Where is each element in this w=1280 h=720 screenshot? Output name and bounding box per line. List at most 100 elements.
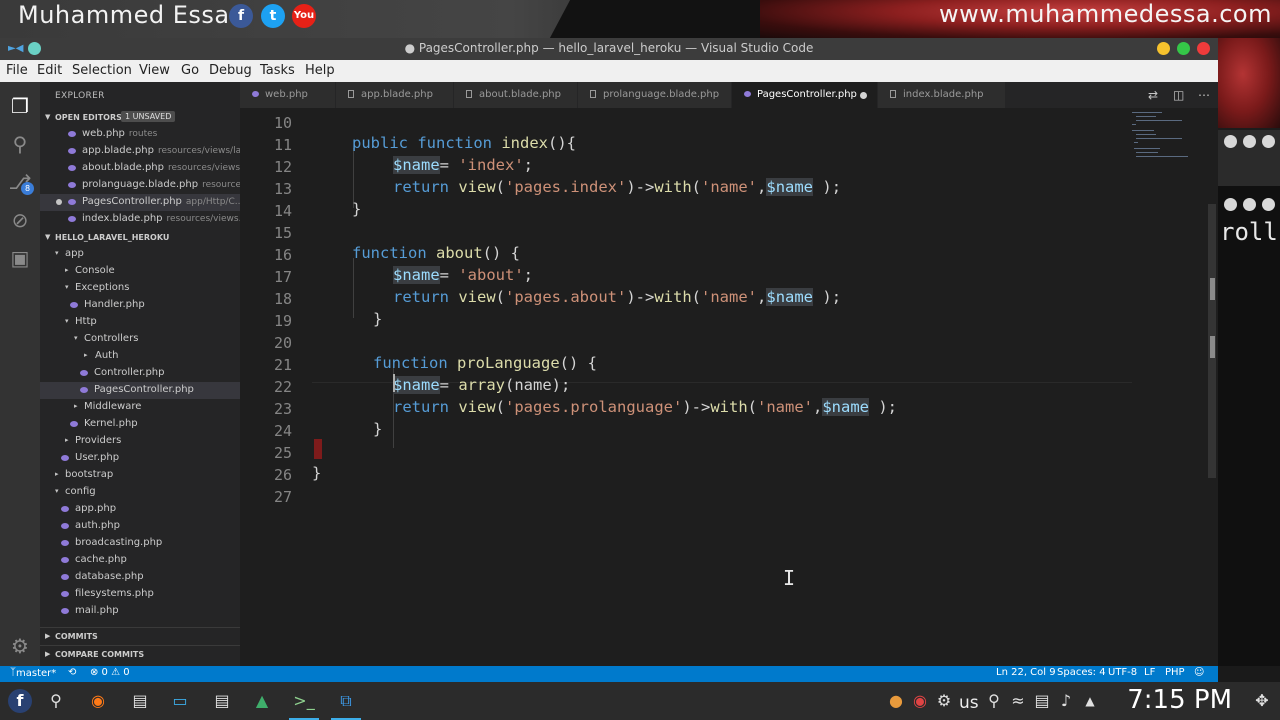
- language-mode[interactable]: PHP: [1165, 667, 1185, 678]
- tree-file-controller[interactable]: Controller.php: [40, 365, 240, 382]
- code-line: }: [373, 420, 383, 438]
- tree-file-cache[interactable]: cache.php: [40, 552, 240, 569]
- open-editor-item-active[interactable]: PagesController.php app/Http/C...: [40, 194, 240, 211]
- chevron-up-icon[interactable]: ▲: [1078, 689, 1102, 713]
- open-editors-header[interactable]: ▼ OPEN EDITORS 1 UNSAVED: [40, 109, 240, 127]
- tree-file-kernel[interactable]: Kernel.php: [40, 416, 240, 433]
- split-compare-icon[interactable]: ⇄: [1148, 88, 1158, 102]
- tree-folder-auth[interactable]: ▸ Auth: [40, 348, 240, 365]
- clipboard-icon[interactable]: ▤: [1030, 689, 1054, 713]
- line-number: 21: [273, 356, 292, 374]
- firefox-icon[interactable]: ◉: [86, 689, 110, 713]
- tab-web-php[interactable]: web.php: [240, 82, 336, 108]
- commits-header[interactable]: ▶ COMMITS: [40, 627, 240, 645]
- line-ending[interactable]: LF: [1144, 667, 1155, 678]
- search-icon[interactable]: ⚲: [44, 689, 68, 713]
- tree-file-mail[interactable]: mail.php: [40, 603, 240, 620]
- tree-folder-app[interactable]: ▾ app: [40, 246, 240, 263]
- vscode-taskbar-icon[interactable]: ⧉: [334, 689, 358, 713]
- tab-pagescontroller[interactable]: PagesController.php: [732, 82, 878, 108]
- code-editor[interactable]: 10 11 12 13 14 15 16 17 18 19 20 21 22 2…: [240, 108, 1218, 666]
- php-file-icon: [68, 199, 76, 205]
- open-editor-item[interactable]: app.blade.phpresources/views/la...: [40, 143, 240, 160]
- php-file-icon: [68, 131, 76, 137]
- maximize-button[interactable]: [1177, 42, 1190, 55]
- status-bar: ᛉ master* ⟲ ⊗ 0 ⚠ 0 Ln 22, Col 9 Spaces:…: [0, 666, 1218, 682]
- tab-app-blade[interactable]: app.blade.php: [336, 82, 454, 108]
- tree-file-broadcasting[interactable]: broadcasting.php: [40, 535, 240, 552]
- tree-folder-http[interactable]: ▾ Http: [40, 314, 240, 331]
- tray-app-icon[interactable]: ●: [884, 689, 908, 713]
- debug-icon[interactable]: ⊘: [8, 208, 32, 232]
- close-button[interactable]: [1197, 42, 1210, 55]
- menu-bar: File Edit Selection View Go Debug Tasks …: [0, 60, 1218, 82]
- wifi-icon[interactable]: ≈: [1006, 689, 1030, 713]
- menu-file[interactable]: File: [6, 63, 28, 78]
- tree-file-handler[interactable]: Handler.php: [40, 297, 240, 314]
- menu-help[interactable]: Help: [305, 63, 335, 78]
- menu-go[interactable]: Go: [181, 63, 199, 78]
- open-editor-item[interactable]: web.php routes: [40, 126, 240, 143]
- menu-view[interactable]: View: [139, 63, 170, 78]
- compare-commits-header[interactable]: ▶ COMPARE COMMITS: [40, 645, 240, 663]
- split-editor-icon[interactable]: ◫: [1173, 88, 1184, 102]
- cursor-position[interactable]: Ln 22, Col 9: [996, 667, 1056, 678]
- keyboard-layout[interactable]: us: [959, 693, 979, 713]
- tree-folder-middleware[interactable]: ▸ Middleware: [40, 399, 240, 416]
- tree-file-app-php[interactable]: app.php: [40, 501, 240, 518]
- title-bar[interactable]: ►◀ ● PagesController.php — hello_laravel…: [0, 38, 1218, 60]
- tree-file-pagescontroller[interactable]: PagesController.php: [40, 382, 240, 399]
- menu-tasks[interactable]: Tasks: [260, 63, 295, 78]
- tab-about-blade[interactable]: about.blade.php: [454, 82, 578, 108]
- encoding[interactable]: UTF-8: [1108, 667, 1137, 678]
- image-viewer-icon[interactable]: ▲: [250, 689, 274, 713]
- tree-folder-console[interactable]: ▸ Console: [40, 263, 240, 280]
- menu-edit[interactable]: Edit: [37, 63, 62, 78]
- network-icon[interactable]: ⚲: [982, 689, 1006, 713]
- terminal-icon[interactable]: >_: [292, 689, 316, 713]
- open-editor-item[interactable]: prolanguage.blade.phpresource...: [40, 177, 240, 194]
- text-editor-icon[interactable]: ▤: [210, 689, 234, 713]
- mouse-ibeam-cursor: I: [783, 566, 796, 590]
- branch-indicator[interactable]: ᛉ master*: [10, 667, 56, 679]
- update-icon[interactable]: ⚙: [932, 689, 956, 713]
- tree-folder-exceptions[interactable]: ▾ Exceptions: [40, 280, 240, 297]
- tab-index-blade[interactable]: index.blade.php: [878, 82, 1006, 108]
- volume-icon[interactable]: ♪: [1054, 689, 1078, 713]
- clock[interactable]: 7:15 PM: [1127, 685, 1232, 715]
- open-editor-item[interactable]: about.blade.phpresources/views...: [40, 160, 240, 177]
- explorer-icon[interactable]: ❐: [8, 94, 32, 118]
- banner-diagonal: [549, 0, 791, 38]
- tree-file-auth-php[interactable]: auth.php: [40, 518, 240, 535]
- record-icon[interactable]: ◉: [908, 689, 932, 713]
- open-editor-item[interactable]: index.blade.php resources/views...: [40, 211, 240, 228]
- minimap[interactable]: [1130, 108, 1210, 168]
- screen: Muhammed Essa f t You www.muhammedessa.c…: [0, 0, 1280, 720]
- minimize-button[interactable]: [1157, 42, 1170, 55]
- desktop-toolbox-icon[interactable]: ✥: [1250, 689, 1274, 713]
- fedora-menu-icon[interactable]: f: [8, 689, 32, 713]
- more-actions-icon[interactable]: ⋯: [1198, 88, 1210, 102]
- gear-icon[interactable]: ⚙: [8, 634, 32, 658]
- feedback-icon[interactable]: ☺: [1194, 667, 1204, 678]
- problems-indicator[interactable]: ⊗ 0 ⚠ 0: [90, 667, 130, 678]
- screenshot-app-icon[interactable]: ▤: [128, 689, 152, 713]
- sync-icon[interactable]: ⟲: [68, 667, 76, 678]
- search-icon[interactable]: ⚲: [8, 132, 32, 156]
- unsaved-dot-icon[interactable]: [860, 92, 867, 99]
- tree-file-filesystems[interactable]: filesystems.php: [40, 586, 240, 603]
- line-number: 24: [273, 422, 292, 440]
- menu-selection[interactable]: Selection: [72, 63, 132, 78]
- menu-debug[interactable]: Debug: [209, 63, 252, 78]
- tree-file-user[interactable]: User.php: [40, 450, 240, 467]
- project-header[interactable]: ▼ HELLO_LARAVEL_HEROKU: [40, 229, 240, 247]
- indentation[interactable]: Spaces: 4: [1057, 667, 1106, 678]
- tree-folder-providers[interactable]: ▸ Providers: [40, 433, 240, 450]
- file-manager-icon[interactable]: ▭: [168, 689, 192, 713]
- tree-folder-controllers[interactable]: ▾ Controllers: [40, 331, 240, 348]
- tree-folder-config[interactable]: ▾ config: [40, 484, 240, 501]
- tree-file-database[interactable]: database.php: [40, 569, 240, 586]
- tree-folder-bootstrap[interactable]: ▸ bootstrap: [40, 467, 240, 484]
- tab-prolanguage-blade[interactable]: prolanguage.blade.php: [578, 82, 732, 108]
- extensions-icon[interactable]: ▣: [8, 246, 32, 270]
